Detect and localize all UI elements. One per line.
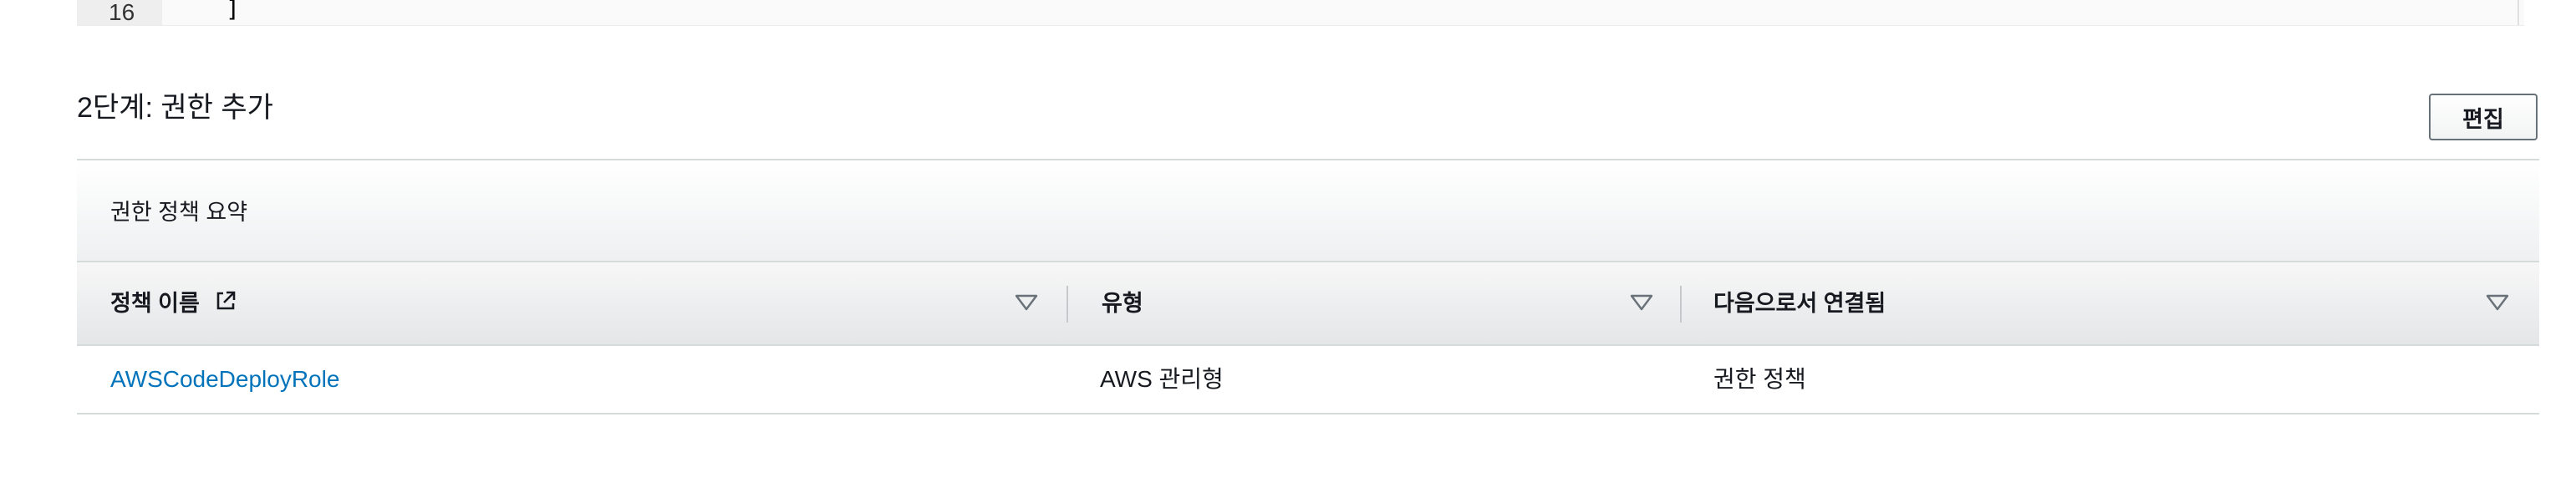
edit-button[interactable]: 편집 xyxy=(2429,94,2538,140)
policy-name-cell: AWSCodeDeployRole xyxy=(110,346,339,413)
code-line-text: ] xyxy=(226,0,240,23)
policy-name-link[interactable]: AWSCodeDeployRole xyxy=(110,366,339,392)
code-editor-gutter: 16 xyxy=(77,0,162,25)
permissions-policy-panel: 권한 정책 요약 정책 이름 유형 다음으로서 연결됨 AWSCodeDeplo… xyxy=(77,159,2539,414)
sort-caret-icon[interactable] xyxy=(1630,294,1653,311)
code-editor-strip: 16 ] xyxy=(77,0,2524,26)
external-link-icon[interactable] xyxy=(214,264,237,346)
sort-caret-icon[interactable] xyxy=(2486,294,2509,311)
column-header-attached-as[interactable]: 다음으로서 연결됨 xyxy=(1682,262,2539,344)
line-number: 16 xyxy=(109,0,135,25)
sort-caret-icon[interactable] xyxy=(1015,294,1038,311)
table-row: AWSCodeDeployRole AWS 관리형 권한 정책 xyxy=(77,346,2539,414)
role-review-page: 16 ] 2단계: 권한 추가 편집 권한 정책 요약 정책 이름 유형 다음으… xyxy=(0,0,2576,478)
column-header-label: 다음으로서 연결됨 xyxy=(1713,291,1886,316)
column-header-label-wrap: 정책 이름 xyxy=(110,262,237,344)
table-header: 정책 이름 유형 다음으로서 연결됨 xyxy=(77,262,2539,346)
attached-as-cell: 권한 정책 xyxy=(1713,366,1806,392)
policy-type-cell: AWS 관리형 xyxy=(1100,366,1224,392)
code-editor-divider xyxy=(2517,0,2519,25)
column-header-policy-name[interactable]: 정책 이름 xyxy=(77,262,1067,344)
section-title: 2단계: 권한 추가 xyxy=(77,92,273,124)
panel-title: 권한 정책 요약 xyxy=(110,200,248,225)
column-header-type[interactable]: 유형 xyxy=(1068,262,1680,344)
column-header-label: 유형 xyxy=(1102,291,1143,316)
column-header-label: 정책 이름 xyxy=(110,291,200,316)
panel-header: 권한 정책 요약 xyxy=(77,160,2539,262)
